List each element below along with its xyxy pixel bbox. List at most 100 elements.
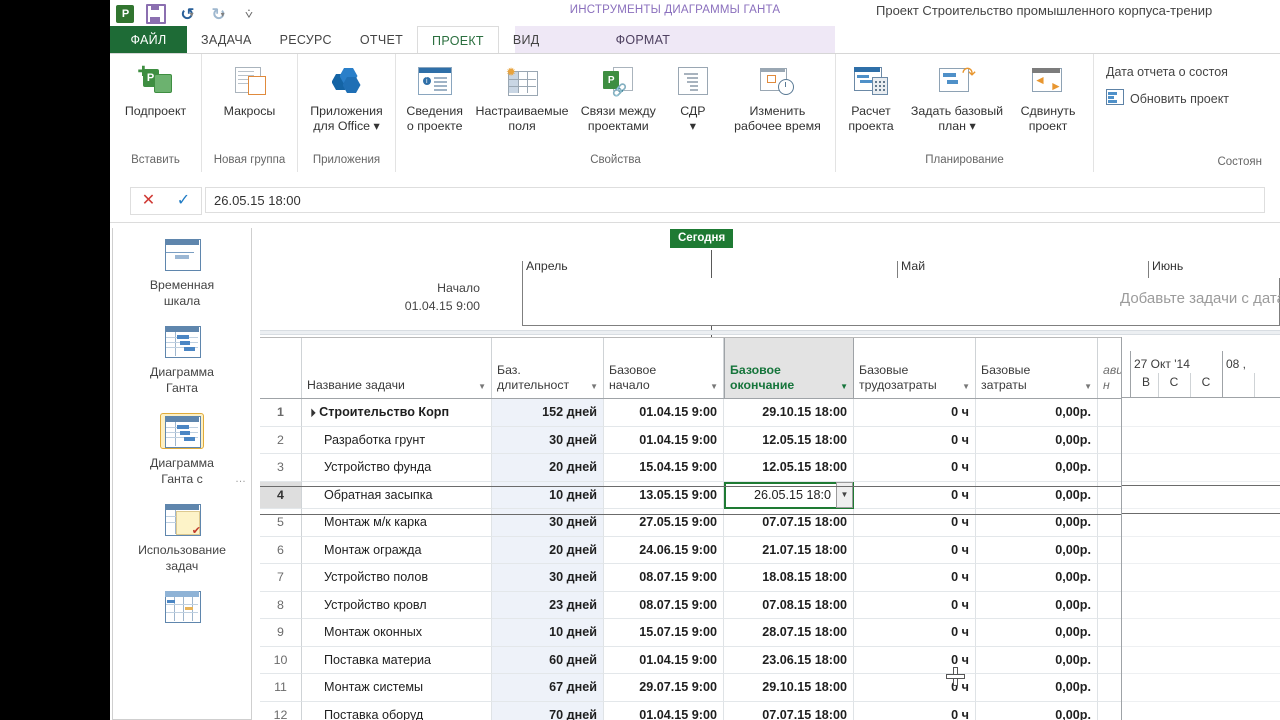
gantt-row[interactable]	[1122, 701, 1280, 720]
chevron-down-icon[interactable]: ▼	[710, 382, 718, 391]
tab-project[interactable]: ПРОЕКТ	[417, 26, 499, 54]
task-name-cell[interactable]: Разработка грунт	[302, 426, 492, 454]
table-row[interactable]: 3 Устройство фунда 20 дней 15.04.15 9:00 12.…	[260, 454, 1141, 482]
customize-qat-icon[interactable]: ⩒	[238, 3, 260, 25]
baseline-start-cell[interactable]: 24.06.15 9:00	[604, 536, 724, 564]
baseline-work-cell[interactable]: 0 ч	[854, 564, 976, 592]
tab-report[interactable]: ОТЧЕТ	[346, 26, 417, 54]
baseline-duration-cell[interactable]: 23 дней	[492, 591, 604, 619]
row-id-cell[interactable]: 12	[260, 701, 302, 720]
redo-icon[interactable]: ↻ ▾	[207, 3, 229, 25]
task-name-cell[interactable]: Устройство полов	[302, 564, 492, 592]
baseline-cost-cell[interactable]: 0,00р.	[976, 701, 1098, 720]
change-working-time-button[interactable]: Изменить рабочее время	[722, 57, 833, 133]
accept-entry-icon[interactable]: ✓	[177, 193, 190, 209]
baseline-finish-cell[interactable]: 12.05.15 18:00	[724, 454, 854, 482]
baseline-cost-cell[interactable]: 0,00р.	[976, 454, 1098, 482]
column-header-baseline-finish[interactable]: Базовое окончание ▼	[724, 338, 854, 398]
baseline-start-cell[interactable]: 01.04.15 9:00	[604, 399, 724, 427]
baseline-start-cell[interactable]: 15.04.15 9:00	[604, 454, 724, 482]
subproject-button[interactable]: ✚P Подпроект	[112, 57, 199, 119]
row-id-cell[interactable]: 7	[260, 564, 302, 592]
task-name-cell[interactable]: Монтаж системы	[302, 674, 492, 702]
baseline-finish-cell[interactable]: 29.10.15 18:00	[724, 674, 854, 702]
row-id-cell[interactable]: 1	[260, 399, 302, 427]
gantt-row[interactable]	[1122, 536, 1280, 564]
update-project-button[interactable]: Обновить проект	[1106, 89, 1229, 108]
baseline-work-cell[interactable]: 0 ч	[854, 399, 976, 427]
tab-view[interactable]: ВИД	[499, 26, 554, 54]
baseline-duration-cell[interactable]: 20 дней	[492, 536, 604, 564]
baseline-finish-cell[interactable]: 07.08.15 18:00	[724, 591, 854, 619]
task-name-cell[interactable]: Поставка материа	[302, 646, 492, 674]
set-baseline-button[interactable]: ↷ Задать базовый план ▾	[904, 57, 1010, 133]
baseline-finish-cell[interactable]: 18.08.15 18:00	[724, 564, 854, 592]
collapse-triangle-icon[interactable]: ◢	[306, 407, 317, 418]
table-row[interactable]: 10 Поставка материа 60 дней 01.04.15 9:00 23…	[260, 646, 1141, 674]
task-name-cell[interactable]: Монтаж огражда	[302, 536, 492, 564]
row-id-cell[interactable]: 11	[260, 674, 302, 702]
save-icon[interactable]	[145, 3, 167, 25]
gantt-row[interactable]	[1122, 398, 1280, 427]
baseline-duration-cell[interactable]: 10 дней	[492, 619, 604, 647]
move-project-button[interactable]: ◄ ► Сдвинуть проект	[1010, 57, 1086, 133]
row-id-cell[interactable]: 2	[260, 426, 302, 454]
sidebar-item-gantt-chart-with[interactable]: Диаграмма Ганта с …	[113, 402, 251, 493]
baseline-work-cell[interactable]: 0 ч	[854, 454, 976, 482]
entry-field[interactable]: 26.05.15 18:00	[205, 187, 1265, 213]
baseline-start-cell[interactable]: 01.04.15 9:00	[604, 646, 724, 674]
baseline-duration-cell[interactable]: 70 дней	[492, 701, 604, 720]
gantt-row[interactable]	[1122, 563, 1280, 592]
task-name-cell[interactable]: Поставка оборуд	[302, 701, 492, 720]
chevron-down-icon[interactable]: ▼	[590, 382, 598, 391]
baseline-start-cell[interactable]: 08.07.15 9:00	[604, 591, 724, 619]
tab-file[interactable]: ФАЙЛ	[110, 26, 187, 54]
baseline-start-cell[interactable]: 01.04.15 9:00	[604, 426, 724, 454]
baseline-duration-cell[interactable]: 152 дней	[492, 399, 604, 427]
baseline-duration-cell[interactable]: 30 дней	[492, 564, 604, 592]
baseline-finish-cell[interactable]: 12.05.15 18:00	[724, 426, 854, 454]
project-information-button[interactable]: i Сведения о проекте	[398, 57, 471, 133]
baseline-work-cell[interactable]: 0 ч	[854, 426, 976, 454]
baseline-work-cell[interactable]: 0 ч	[854, 646, 976, 674]
row-id-cell[interactable]: 10	[260, 646, 302, 674]
gantt-row[interactable]	[1122, 618, 1280, 647]
baseline-work-cell[interactable]: 0 ч	[854, 674, 976, 702]
chevron-down-icon[interactable]: ▼	[478, 382, 486, 391]
baseline-cost-cell[interactable]: 0,00р.	[976, 426, 1098, 454]
office-apps-button[interactable]: Приложения для Office ▾	[300, 57, 393, 133]
baseline-finish-cell[interactable]: 23.06.15 18:00	[724, 646, 854, 674]
baseline-finish-cell[interactable]: 21.07.15 18:00	[724, 536, 854, 564]
chevron-down-icon[interactable]: ▼	[840, 382, 848, 391]
table-row[interactable]: 1 ◢ Строительство Корп 152 дней 01.04.15 9:0…	[260, 399, 1141, 427]
baseline-duration-cell[interactable]: 20 дней	[492, 454, 604, 482]
baseline-cost-cell[interactable]: 0,00р.	[976, 399, 1098, 427]
macros-button[interactable]: Макросы	[204, 57, 295, 119]
baseline-cost-cell[interactable]: 0,00р.	[976, 591, 1098, 619]
row-id-cell[interactable]: 9	[260, 619, 302, 647]
baseline-cost-cell[interactable]: 0,00р.	[976, 536, 1098, 564]
baseline-work-cell[interactable]: 0 ч	[854, 536, 976, 564]
custom-fields-button[interactable]: ✹ Настраиваемые поля	[471, 57, 572, 133]
table-row[interactable]: 6 Монтаж огражда 20 дней 24.06.15 9:00 21.07…	[260, 536, 1141, 564]
baseline-duration-cell[interactable]: 67 дней	[492, 674, 604, 702]
row-id-cell[interactable]: 6	[260, 536, 302, 564]
pane-splitter[interactable]	[260, 330, 1280, 335]
gantt-row[interactable]	[1122, 673, 1280, 702]
table-row[interactable]: 2 Разработка грунт 30 дней 01.04.15 9:00 12.…	[260, 426, 1141, 454]
baseline-cost-cell[interactable]: 0,00р.	[976, 564, 1098, 592]
baseline-duration-cell[interactable]: 30 дней	[492, 426, 604, 454]
row-id-cell[interactable]: 8	[260, 591, 302, 619]
baseline-cost-cell[interactable]: 0,00р.	[976, 646, 1098, 674]
baseline-start-cell[interactable]: 01.04.15 9:00	[604, 701, 724, 720]
tab-resource[interactable]: РЕСУРС	[266, 26, 346, 54]
view-bar[interactable]: Временная шкала Диаграмма Ганта Диаграмм…	[112, 228, 252, 720]
baseline-finish-cell[interactable]: 28.07.15 18:00	[724, 619, 854, 647]
task-name-cell[interactable]: Устройство фунда	[302, 454, 492, 482]
task-name-cell[interactable]: Монтаж оконных	[302, 619, 492, 647]
table-row[interactable]: 9 Монтаж оконных 10 дней 15.07.15 9:00 28.07…	[260, 619, 1141, 647]
table-row[interactable]: 7 Устройство полов 30 дней 08.07.15 9:00 18.…	[260, 564, 1141, 592]
gantt-row[interactable]	[1122, 646, 1280, 674]
baseline-work-cell[interactable]: 0 ч	[854, 701, 976, 720]
calculate-project-button[interactable]: Расчет проекта	[838, 57, 904, 133]
